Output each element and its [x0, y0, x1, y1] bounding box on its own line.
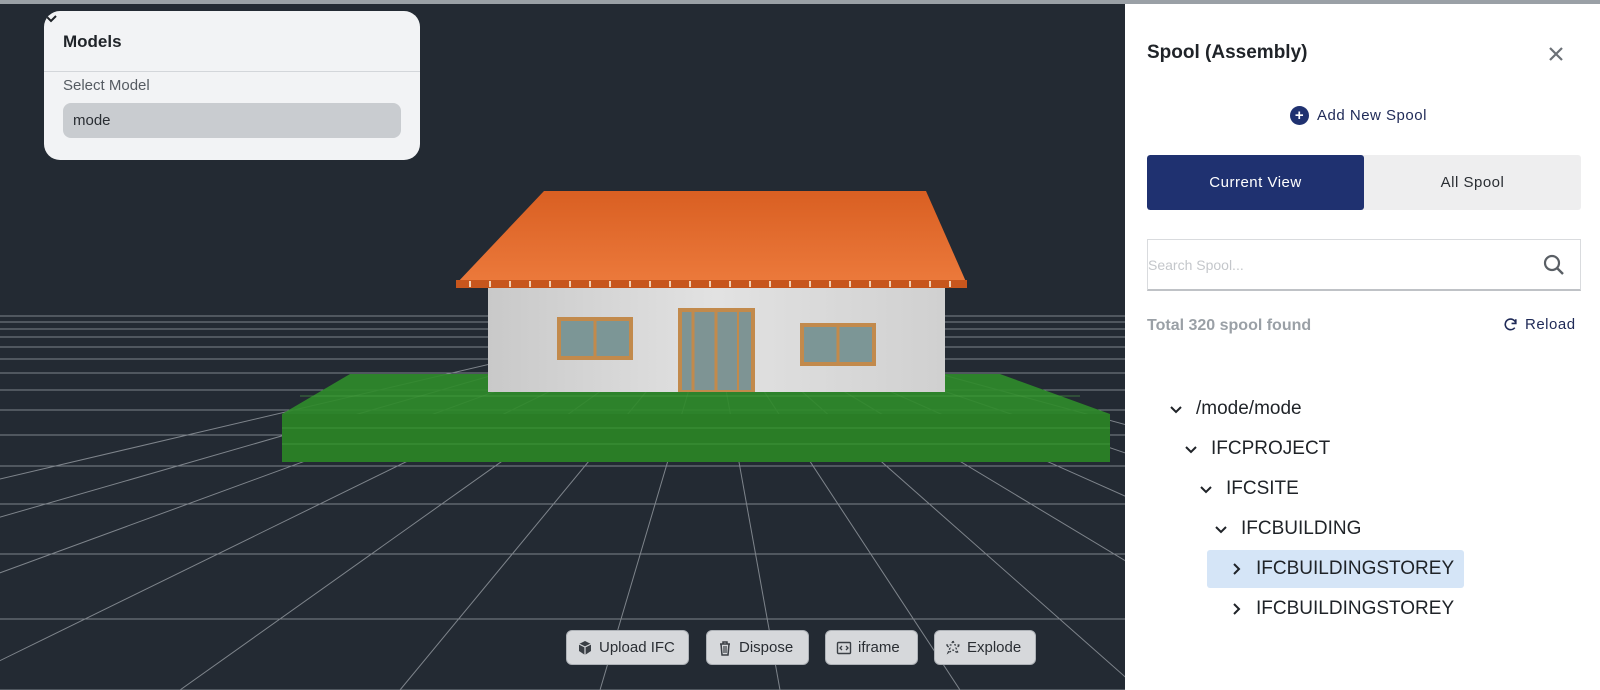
tree-node-label: IFCPROJECT — [1211, 438, 1331, 459]
tree-node[interactable]: IFCBUILDING — [1210, 510, 1361, 548]
chevron-down-icon[interactable] — [1165, 398, 1187, 420]
iframe-button[interactable]: iframe — [825, 630, 918, 665]
tree-node[interactable]: IFCBUILDINGSTOREY — [1225, 590, 1454, 628]
tree-node-selected[interactable]: IFCBUILDINGSTOREY — [1207, 550, 1465, 588]
close-button[interactable] — [1544, 42, 1568, 66]
search-icon — [1543, 254, 1564, 275]
view-toggle: Current View All Spool — [1147, 155, 1581, 210]
chevron-right-icon[interactable] — [1225, 598, 1247, 620]
chevron-down-icon — [45, 15, 57, 23]
tree-node[interactable]: IFCSITE — [1195, 470, 1299, 508]
tab-all-spool[interactable]: All Spool — [1364, 155, 1581, 210]
viewer-toolbar: Upload IFC Dispose iframe Explode — [0, 630, 1125, 666]
search-button[interactable] — [1528, 240, 1580, 289]
tree-node-label: /mode/mode — [1196, 398, 1302, 419]
dispose-label: Dispose — [739, 639, 794, 656]
models-card: Models Select Model mode — [44, 11, 420, 160]
tree-node-label: IFCBUILDING — [1241, 518, 1362, 539]
plus-circle-icon: + — [1290, 106, 1309, 125]
upload-ifc-button[interactable]: Upload IFC — [566, 630, 689, 665]
panel-title: Spool (Assembly) — [1147, 42, 1308, 63]
reload-icon — [1504, 318, 1517, 331]
chevron-down-icon[interactable] — [1195, 478, 1217, 500]
tree-node[interactable]: IFCPROJECT — [1180, 430, 1330, 468]
explode-label: Explode — [967, 639, 1022, 656]
chevron-down-icon[interactable] — [1180, 438, 1202, 460]
add-new-spool-button[interactable]: + Add New Spool — [1290, 106, 1427, 125]
cube-icon — [578, 640, 592, 655]
reload-button[interactable]: Reload — [1502, 316, 1576, 333]
dispose-button[interactable]: Dispose — [706, 630, 809, 665]
house-window-left — [557, 317, 633, 360]
explode-icon — [945, 639, 961, 655]
chevron-right-icon[interactable] — [1225, 558, 1247, 580]
house — [456, 191, 967, 392]
tree-node-label: IFCBUILDINGSTOREY — [1256, 598, 1455, 619]
explode-button[interactable]: Explode — [934, 630, 1036, 665]
3d-viewport[interactable]: Models Select Model mode Upload IFC Disp… — [0, 4, 1125, 690]
reload-label: Reload — [1525, 316, 1576, 333]
spool-count: Total 320 spool found — [1147, 317, 1312, 334]
tree-node-label: IFCSITE — [1226, 478, 1299, 499]
house-window-right — [800, 323, 876, 366]
tree-node-label: IFCBUILDINGSTOREY — [1256, 558, 1455, 579]
select-model-label: Select Model — [63, 77, 150, 94]
trash-icon — [720, 640, 730, 656]
spool-panel: Spool (Assembly) + Add New Spool Current… — [1125, 4, 1600, 690]
models-title: Models — [44, 11, 420, 72]
iframe-label: iframe — [858, 639, 900, 656]
tree-node[interactable]: /mode/mode — [1165, 390, 1302, 428]
chevron-down-icon[interactable] — [1210, 518, 1232, 540]
search-box — [1147, 239, 1581, 291]
house-door — [678, 308, 755, 392]
close-icon — [1549, 47, 1563, 61]
search-input[interactable] — [1148, 240, 1528, 289]
add-new-spool-label: Add New Spool — [1317, 107, 1427, 124]
upload-ifc-label: Upload IFC — [599, 639, 675, 656]
code-frame-icon — [836, 641, 852, 654]
tab-current-view[interactable]: Current View — [1147, 155, 1364, 210]
model-select-value: mode — [73, 112, 111, 129]
model-select[interactable]: mode — [45, 15, 401, 138]
